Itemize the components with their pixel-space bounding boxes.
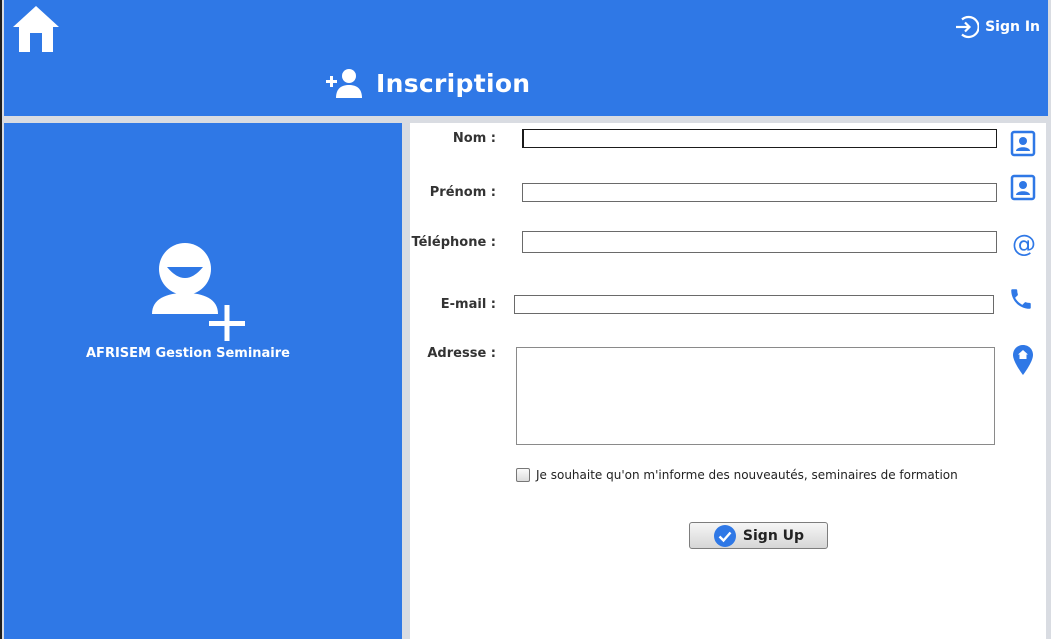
- prenom-input[interactable]: [522, 183, 997, 202]
- sign-in-icon: [956, 15, 980, 39]
- add-user-icon: [152, 243, 245, 341]
- prenom-label: Prénom :: [429, 185, 496, 200]
- newsletter-checkbox[interactable]: [516, 468, 530, 482]
- app-window: Sign In Inscription AFRISEM Gestion Semi…: [0, 0, 1051, 639]
- sign-in-label: Sign In: [985, 19, 1040, 35]
- at-sign-icon[interactable]: @: [1011, 231, 1037, 257]
- newsletter-row: Je souhaite qu'on m'informe des nouveaut…: [516, 468, 958, 482]
- svg-text:@: @: [1012, 231, 1036, 257]
- add-user-icon: [326, 69, 362, 98]
- adresse-input[interactable]: [516, 347, 995, 445]
- email-input[interactable]: [514, 295, 994, 314]
- sign-in-button[interactable]: Sign In: [953, 14, 1040, 40]
- registration-form: Nom : Prénom : Téléphone : @ E-mail : Ad…: [410, 123, 1046, 639]
- phone-icon[interactable]: [1008, 286, 1034, 312]
- nom-input[interactable]: [522, 129, 997, 148]
- check-circle-icon: [713, 524, 736, 547]
- telephone-label: Téléphone :: [411, 235, 496, 250]
- adresse-label: Adresse :: [427, 346, 496, 361]
- home-icon: [13, 6, 59, 52]
- telephone-input[interactable]: [522, 231, 997, 253]
- page-title-text: Inscription: [376, 68, 531, 98]
- newsletter-label: Je souhaite qu'on m'informe des nouveaut…: [536, 468, 958, 482]
- header-bar: Sign In Inscription: [4, 0, 1048, 116]
- email-label: E-mail :: [440, 297, 496, 312]
- location-home-icon[interactable]: [1012, 344, 1034, 376]
- page-title: Inscription: [324, 68, 530, 98]
- home-button[interactable]: [10, 2, 62, 54]
- sign-up-button[interactable]: Sign Up: [689, 522, 828, 549]
- contact-card-icon[interactable]: [1010, 174, 1036, 201]
- contact-card-icon[interactable]: [1010, 130, 1036, 157]
- app-name-label: AFRISEM Gestion Seminaire: [86, 346, 290, 361]
- left-panel: AFRISEM Gestion Seminaire: [4, 123, 402, 639]
- sign-up-label: Sign Up: [742, 527, 805, 544]
- nom-label: Nom :: [452, 131, 496, 146]
